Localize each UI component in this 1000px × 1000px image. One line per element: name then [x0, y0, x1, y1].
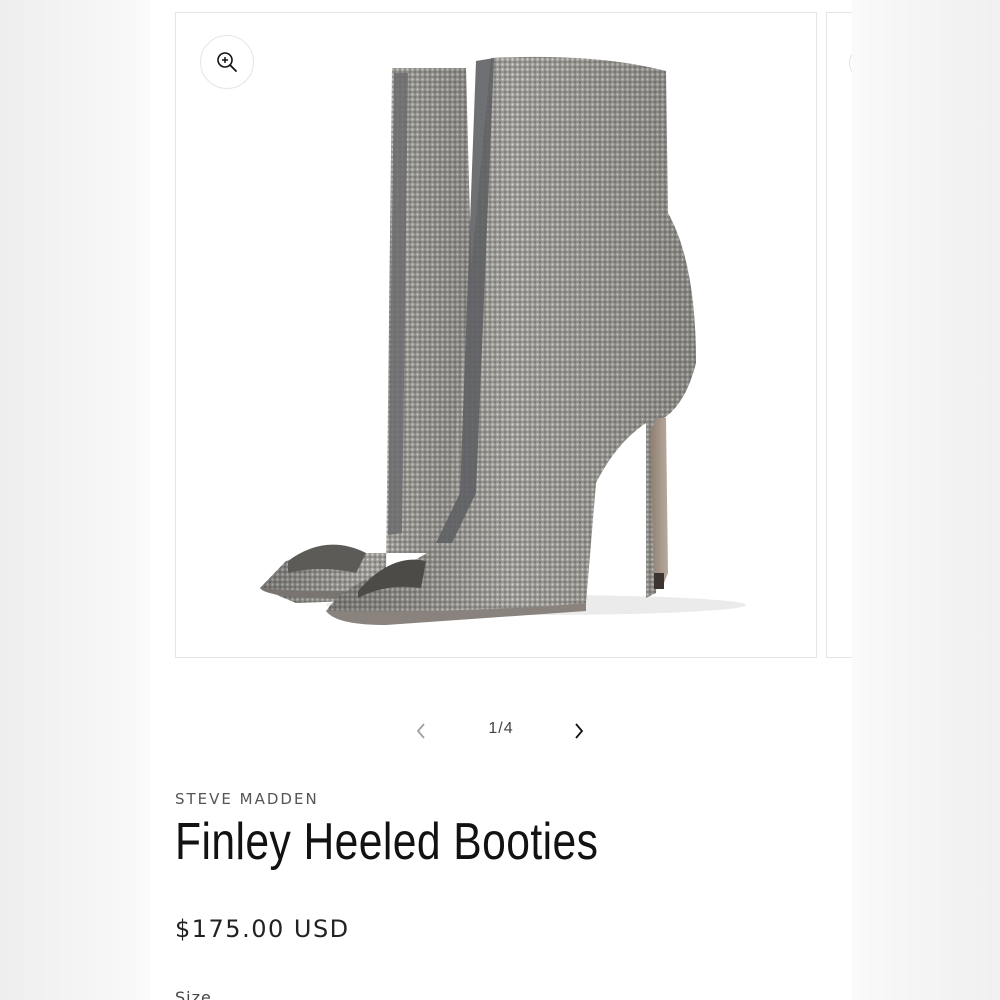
size-option-label: Size: [175, 988, 212, 1000]
right-backdrop: [852, 0, 1000, 1000]
slider-pagination: 1/4: [150, 710, 852, 750]
previous-slide-button[interactable]: [408, 718, 434, 744]
product-media-frame[interactable]: [175, 12, 817, 658]
product-title: Finley Heeled Booties: [175, 813, 599, 871]
slide-counter: 1/4: [488, 720, 514, 737]
product-image[interactable]: [176, 13, 816, 657]
zoom-in-icon: [217, 52, 237, 72]
next-slide-button[interactable]: [566, 718, 592, 744]
product-price: $175.00 USD: [175, 915, 350, 943]
zoom-in-icon: [849, 47, 852, 79]
next-slide-preview[interactable]: [826, 12, 852, 658]
chevron-left-icon: [416, 723, 425, 739]
chevron-right-icon: [575, 723, 584, 739]
product-vendor: STEVE MADDEN: [175, 790, 319, 808]
zoom-button[interactable]: [200, 35, 254, 89]
left-backdrop: [0, 0, 150, 1000]
product-page: 1/4 STEVE MADDEN Finley Heeled Booties $…: [150, 0, 852, 1000]
